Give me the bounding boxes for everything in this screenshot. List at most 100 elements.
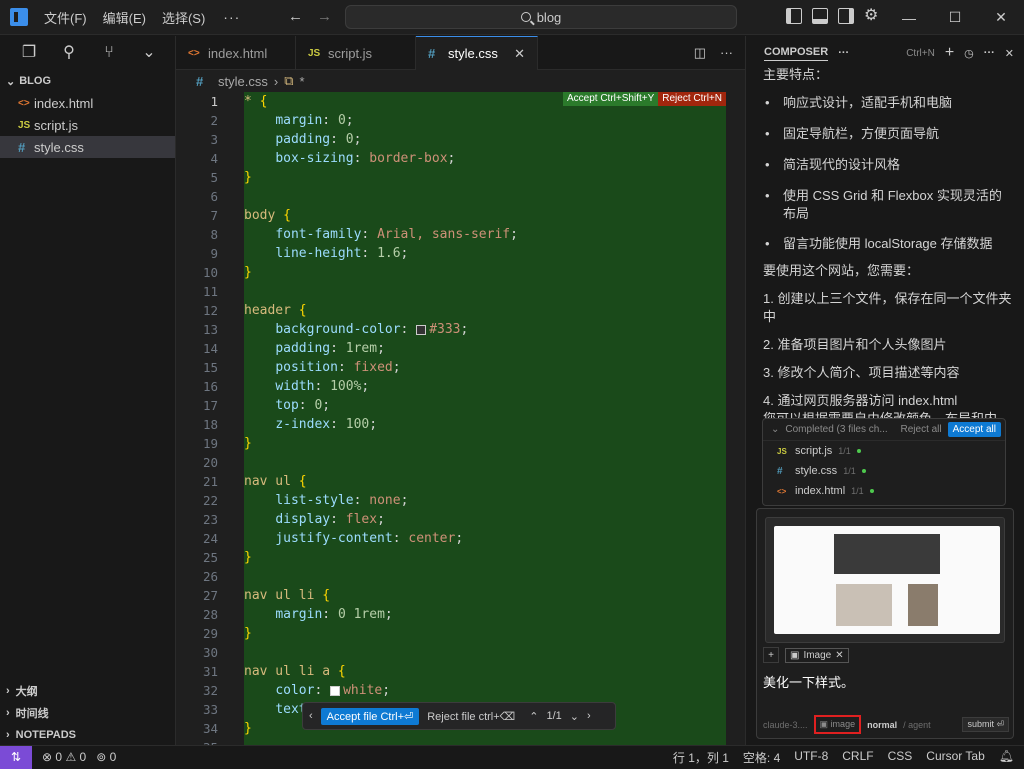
minimize-button[interactable]: —	[886, 0, 932, 35]
timeline-section[interactable]: › 时间线	[0, 702, 176, 724]
changed-file-item[interactable]: JS script.js 1/1	[763, 441, 1005, 461]
forward-arrow-icon[interactable]: →	[317, 8, 332, 25]
code-line[interactable]: justify-content: center;	[244, 529, 726, 548]
code-line[interactable]: nav ul li a {	[244, 662, 726, 681]
menu-file[interactable]: 文件(F)	[36, 8, 95, 27]
code-line[interactable]: body {	[244, 206, 726, 225]
menu-selection[interactable]: 选择(S)	[154, 8, 213, 27]
code-line[interactable]: nav ul {	[244, 472, 726, 491]
add-context-icon[interactable]: +	[763, 647, 779, 663]
breadcrumb-symbol[interactable]: *	[299, 74, 304, 89]
cursor-position[interactable]: 行 1，列 1	[673, 749, 729, 766]
tab-style-css[interactable]: # style.css ✕	[416, 36, 538, 70]
folder-header[interactable]: ⌄ BLOG	[0, 70, 175, 92]
code-line[interactable]: padding: 1rem;	[244, 339, 726, 358]
tab-script-js[interactable]: JS script.js	[296, 36, 416, 70]
code-line[interactable]: color: white;	[244, 681, 726, 700]
code-line[interactable]: header {	[244, 301, 726, 320]
code-line[interactable]: width: 100%;	[244, 377, 726, 396]
submit-button[interactable]: submit ⏎	[962, 717, 1009, 732]
code-line[interactable]: font-family: Arial, sans-serif;	[244, 225, 726, 244]
encoding[interactable]: UTF-8	[794, 749, 828, 766]
file-item-index-html[interactable]: <> index.html	[0, 92, 175, 114]
image-upload-button[interactable]: ▣ image	[813, 715, 862, 734]
problems-indicator[interactable]: ⊗ 0 ⚠ 0	[42, 750, 86, 764]
reject-file-button[interactable]: Reject file ctrl+⌫	[427, 710, 515, 723]
toggle-sidebar-icon[interactable]	[786, 8, 802, 24]
chevron-down-icon[interactable]: ⌄	[771, 424, 779, 435]
code-line[interactable]: margin: 0;	[244, 111, 726, 130]
indentation[interactable]: 空格: 4	[743, 749, 780, 766]
remove-chip-icon[interactable]: ✕	[835, 650, 843, 661]
file-item-script-js[interactable]: JS script.js	[0, 114, 175, 136]
prompt-text[interactable]: 美化一下样式。	[763, 672, 854, 691]
code-line[interactable]: position: fixed;	[244, 358, 726, 377]
code-line[interactable]	[244, 187, 726, 206]
search-view-icon[interactable]: ⚲	[60, 44, 78, 62]
code-line[interactable]: z-index: 100;	[244, 415, 726, 434]
close-tab-icon[interactable]: ✕	[514, 46, 525, 62]
code-line[interactable]: }	[244, 263, 726, 282]
code-line[interactable]: margin: 0 1rem;	[244, 605, 726, 624]
code-line[interactable]: display: flex;	[244, 510, 726, 529]
composer-title[interactable]: COMPOSER	[764, 46, 829, 61]
mode-agent[interactable]: / agent	[903, 720, 931, 730]
composer-input[interactable]: + ▣ Image ✕ 美化一下样式。 claude-3.... ▣ image…	[756, 508, 1014, 739]
code-editor[interactable]: 1 2 3 4 5 6 7 8 9 10 11 12 13 14 15 16 17 18 19 20 21 22 23 24 2…	[176, 92, 745, 745]
source-control-icon[interactable]: ⑂	[100, 44, 118, 62]
toggle-secondary-sidebar-icon[interactable]	[838, 8, 854, 24]
changed-file-item[interactable]: <> index.html 1/1	[763, 481, 1005, 501]
code-line[interactable]: list-style: none;	[244, 491, 726, 510]
close-window-button[interactable]: ✕	[978, 0, 1024, 35]
composer-more-icon[interactable]: ···	[838, 47, 849, 59]
code-line[interactable]: background-color: #333;	[244, 320, 726, 339]
code-line[interactable]	[244, 643, 726, 662]
explorer-files-icon[interactable]: ❐	[20, 44, 38, 62]
notepads-section[interactable]: › NOTEPADS	[0, 724, 176, 746]
remote-indicator-icon[interactable]: ⇅	[0, 745, 32, 769]
code-line[interactable]	[244, 282, 726, 301]
chevron-down-icon[interactable]: ⌄	[570, 710, 579, 723]
close-panel-icon[interactable]: ✕	[1005, 47, 1014, 60]
command-search[interactable]: blog	[345, 5, 737, 29]
maximize-button[interactable]: ☐	[932, 0, 978, 35]
file-item-style-css[interactable]: # style.css	[0, 136, 175, 158]
more-menu-button[interactable]: ···	[213, 9, 250, 25]
chevron-right-icon[interactable]: ›	[587, 710, 591, 722]
code-lines[interactable]: Accept Ctrl+Shift+Y Reject Ctrl+N * { ma…	[244, 92, 726, 745]
image-chip[interactable]: ▣ Image ✕	[785, 647, 849, 663]
more-actions-icon[interactable]: ···	[720, 45, 733, 60]
changed-file-item[interactable]: # style.css 1/1	[763, 461, 1005, 481]
back-arrow-icon[interactable]: ←	[288, 8, 303, 25]
ports-indicator[interactable]: ⊚ 0	[96, 750, 116, 764]
code-line[interactable]: nav ul li {	[244, 586, 726, 605]
code-line[interactable]: padding: 0;	[244, 130, 726, 149]
accept-all-button[interactable]: Accept all	[947, 422, 1001, 437]
chevron-up-icon[interactable]: ⌃	[529, 710, 538, 723]
code-line[interactable]: box-sizing: border-box;	[244, 149, 726, 168]
inline-accept-button[interactable]: Accept Ctrl+Shift+Y	[562, 92, 659, 106]
outline-section[interactable]: › 大纲	[0, 680, 176, 702]
reject-all-button[interactable]: Reject all	[901, 424, 942, 435]
completed-label[interactable]: Completed (3 files ch...	[785, 424, 887, 435]
notifications-bell-icon[interactable]: 🔔︎	[999, 749, 1014, 766]
code-line[interactable]: }	[244, 624, 726, 643]
mode-normal[interactable]: normal	[867, 720, 897, 730]
accept-file-button[interactable]: Accept file Ctrl+⏎	[320, 707, 420, 725]
model-selector[interactable]: claude-3....	[763, 720, 808, 730]
code-line[interactable]: }	[244, 434, 726, 453]
line-ending[interactable]: CRLF	[842, 749, 873, 766]
menu-edit[interactable]: 编辑(E)	[95, 8, 154, 27]
plus-icon[interactable]: +	[945, 44, 954, 62]
history-icon[interactable]: ◷	[964, 47, 974, 60]
color-swatch[interactable]	[416, 324, 427, 335]
split-editor-icon[interactable]: ◫	[694, 45, 706, 61]
color-swatch[interactable]	[330, 685, 341, 696]
attached-image-preview[interactable]	[765, 517, 1005, 643]
tab-index-html[interactable]: <> index.html	[176, 36, 296, 70]
code-line[interactable]	[244, 567, 726, 586]
code-line[interactable]	[244, 738, 726, 745]
chevron-left-icon[interactable]: ‹	[309, 710, 313, 722]
code-line[interactable]: }	[244, 548, 726, 567]
more-options-icon[interactable]: ···	[984, 47, 995, 59]
